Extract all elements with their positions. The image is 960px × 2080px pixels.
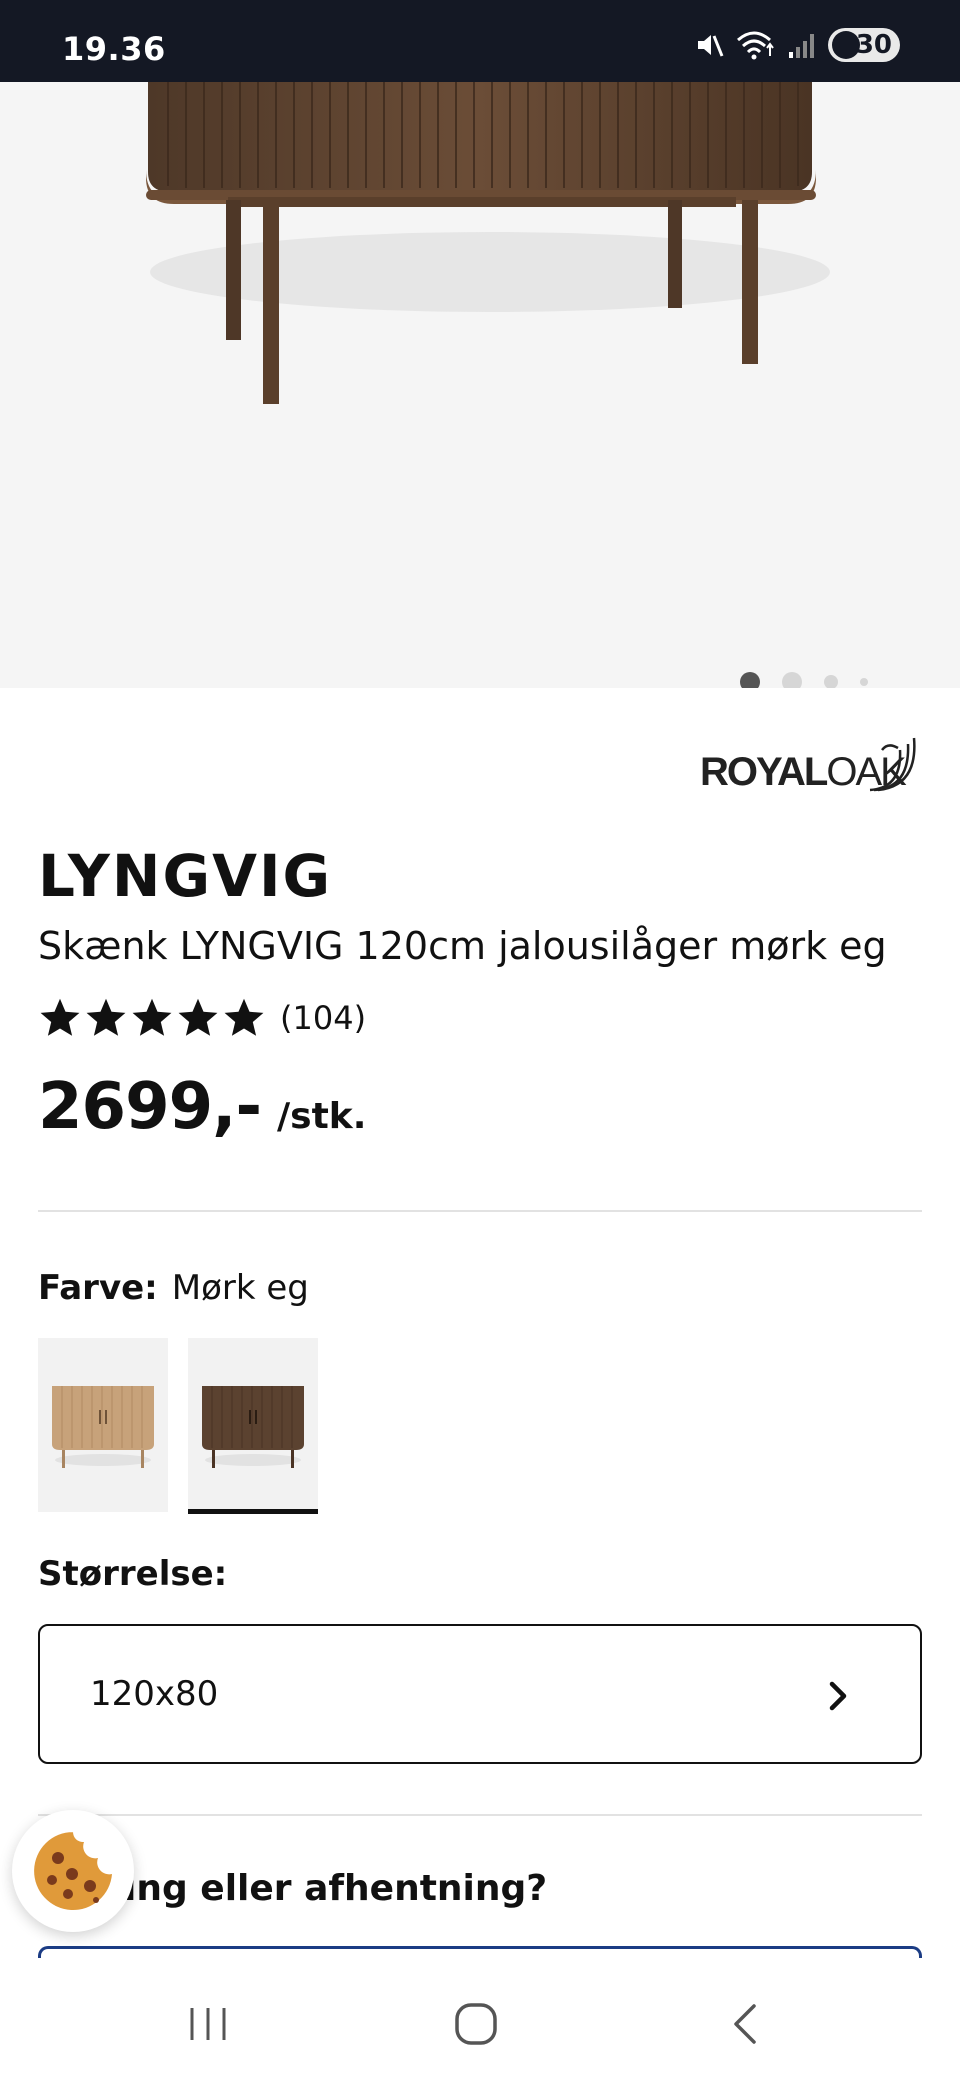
divider [38,1210,922,1212]
star-icon [178,998,218,1036]
status-time: 19.36 [62,30,166,68]
gallery-pagination [740,672,890,688]
product-description: Skænk LYNGVIG 120cm jalousilåger mørk eg [38,924,887,968]
star-icon [86,998,126,1036]
system-navigation-bar [0,1958,960,2080]
price-value: 2699,- [38,1070,262,1144]
star-icon [224,998,264,1036]
swatch-image-dark-oak [188,1338,318,1512]
color-selection-label: Farve: Mørk eg [38,1268,309,1308]
star-icon [132,998,172,1036]
brand-logo[interactable]: ROYALOAK [700,728,922,800]
size-value: 120x80 [90,1674,219,1714]
status-bar: 19.36 30 [0,0,960,82]
cookie-icon [34,1832,112,1910]
color-swatch-light-oak[interactable] [38,1338,168,1512]
gallery-dot-active[interactable] [740,672,760,688]
gallery-dot[interactable] [782,672,802,688]
home-icon [455,2003,497,2045]
size-label: Størrelse: [38,1554,228,1594]
color-label: Farve: [38,1268,158,1308]
status-icons: 30 [694,28,900,62]
back-icon [734,2004,756,2044]
gallery-dot[interactable] [860,678,868,686]
gallery-dot[interactable] [824,675,838,688]
rating-stars [38,996,266,1040]
back-button[interactable] [716,1994,776,2054]
brand-arcs-icon [869,737,916,792]
mute-icon [694,30,724,60]
star-icon [40,998,80,1036]
color-value: Mørk eg [171,1268,309,1308]
recent-apps-button[interactable] [178,1994,238,2054]
review-count[interactable]: (104) [280,999,366,1037]
battery-level: 30 [855,30,892,60]
recent-apps-icon [190,2008,226,2040]
battery-indicator: 30 [828,28,900,62]
product-rating[interactable]: (104) [38,996,366,1040]
chevron-right-icon [829,1681,847,1711]
color-swatch-dark-oak[interactable] [188,1338,318,1514]
wifi-icon [736,30,776,60]
home-button[interactable] [446,1994,506,2054]
divider [38,1814,922,1816]
product-image [146,82,830,404]
signal-icon [788,30,816,60]
product-name: LYNGVIG [38,842,333,910]
product-image-gallery[interactable] [0,82,960,688]
price-unit: /stk. [277,1096,367,1137]
size-selector[interactable]: 120x80 [38,1624,922,1764]
swatch-image-light-oak [38,1338,168,1512]
cookie-settings-button[interactable] [12,1810,134,1932]
battery-saver-icon [832,31,860,59]
product-price: 2699,- /stk. [38,1070,366,1144]
delivery-heading: ing eller afhentning? [124,1868,548,1909]
